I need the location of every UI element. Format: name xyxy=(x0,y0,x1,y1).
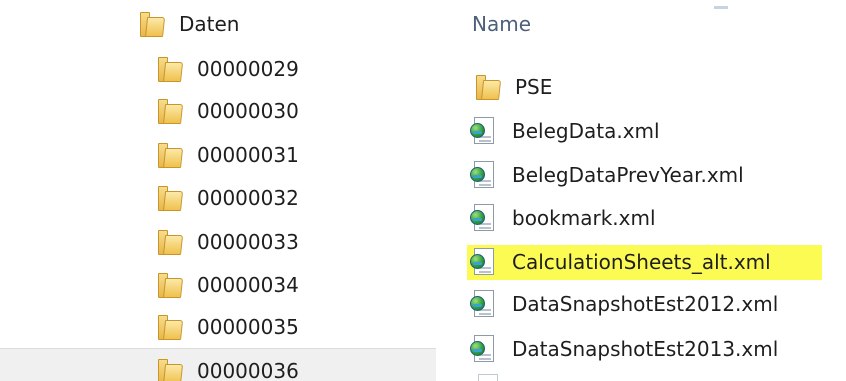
folder-icon xyxy=(158,358,184,381)
tree-item-label: 00000036 xyxy=(197,359,299,381)
tree-item-00000029[interactable]: 00000029 xyxy=(158,49,299,89)
folder-icon xyxy=(158,142,184,168)
folder-icon xyxy=(158,314,184,340)
tree-item-00000030[interactable]: 00000030 xyxy=(158,91,299,131)
file-item-belegdata[interactable]: BelegData.xml xyxy=(470,111,660,151)
xml-file-icon xyxy=(470,161,496,189)
file-icon-partial xyxy=(478,374,498,381)
file-item-calculationsheets-alt[interactable]: CalculationSheets_alt.xml xyxy=(470,242,771,282)
tree-item-00000031[interactable]: 00000031 xyxy=(158,135,299,175)
tree-item-00000033[interactable]: 00000033 xyxy=(158,222,299,262)
tree-item-label: 00000032 xyxy=(197,186,299,210)
file-item-pse[interactable]: PSE xyxy=(470,67,552,107)
file-item-datasnapshotest2012[interactable]: DataSnapshotEst2012.xml xyxy=(470,284,778,324)
tree-item-daten[interactable]: Daten xyxy=(140,4,239,44)
file-item-label: bookmark.xml xyxy=(512,206,656,230)
tree-item-label: 00000035 xyxy=(197,315,299,339)
xml-file-icon xyxy=(470,204,496,232)
column-header-name[interactable]: Name xyxy=(472,12,531,36)
folder-icon xyxy=(158,229,184,255)
tree-item-label: 00000030 xyxy=(197,99,299,123)
tree-item-00000032[interactable]: 00000032 xyxy=(158,178,299,218)
tree-item-label: 00000033 xyxy=(197,230,299,254)
tree-item-label: 00000031 xyxy=(197,143,299,167)
tree-item-label: 00000029 xyxy=(197,57,299,81)
explorer-window: Daten 00000029 00000030 00000031 0000003… xyxy=(0,0,846,381)
navigation-tree: Daten 00000029 00000030 00000031 0000003… xyxy=(0,0,436,381)
file-item-belegdataprevyear[interactable]: BelegDataPrevYear.xml xyxy=(470,155,744,195)
tree-item-label: 00000034 xyxy=(197,273,299,297)
xml-file-icon xyxy=(470,335,496,363)
folder-icon xyxy=(158,272,184,298)
tree-item-00000036[interactable]: 00000036 xyxy=(158,351,299,381)
folder-icon xyxy=(158,56,184,82)
folder-icon xyxy=(158,98,184,124)
file-item-label: DataSnapshotEst2012.xml xyxy=(512,292,779,316)
tree-item-00000034[interactable]: 00000034 xyxy=(158,265,299,305)
xml-file-icon xyxy=(470,248,496,276)
tree-item-label: Daten xyxy=(179,12,240,36)
file-item-label: BelegData.xml xyxy=(512,119,660,143)
xml-file-icon xyxy=(470,290,496,318)
file-item-label: CalculationSheets_alt.xml xyxy=(512,250,771,274)
folder-icon xyxy=(140,11,166,37)
tree-item-00000035[interactable]: 00000035 xyxy=(158,307,299,347)
file-item-datasnapshotest2013[interactable]: DataSnapshotEst2013.xml xyxy=(470,329,778,369)
file-item-label: BelegDataPrevYear.xml xyxy=(512,163,744,187)
folder-icon xyxy=(476,74,502,100)
file-item-label: DataSnapshotEst2013.xml xyxy=(512,337,779,361)
file-item-label: PSE xyxy=(515,75,553,99)
folder-icon xyxy=(158,185,184,211)
column-divider xyxy=(714,6,728,9)
xml-file-icon xyxy=(470,117,496,145)
file-item-bookmark[interactable]: bookmark.xml xyxy=(470,198,656,238)
